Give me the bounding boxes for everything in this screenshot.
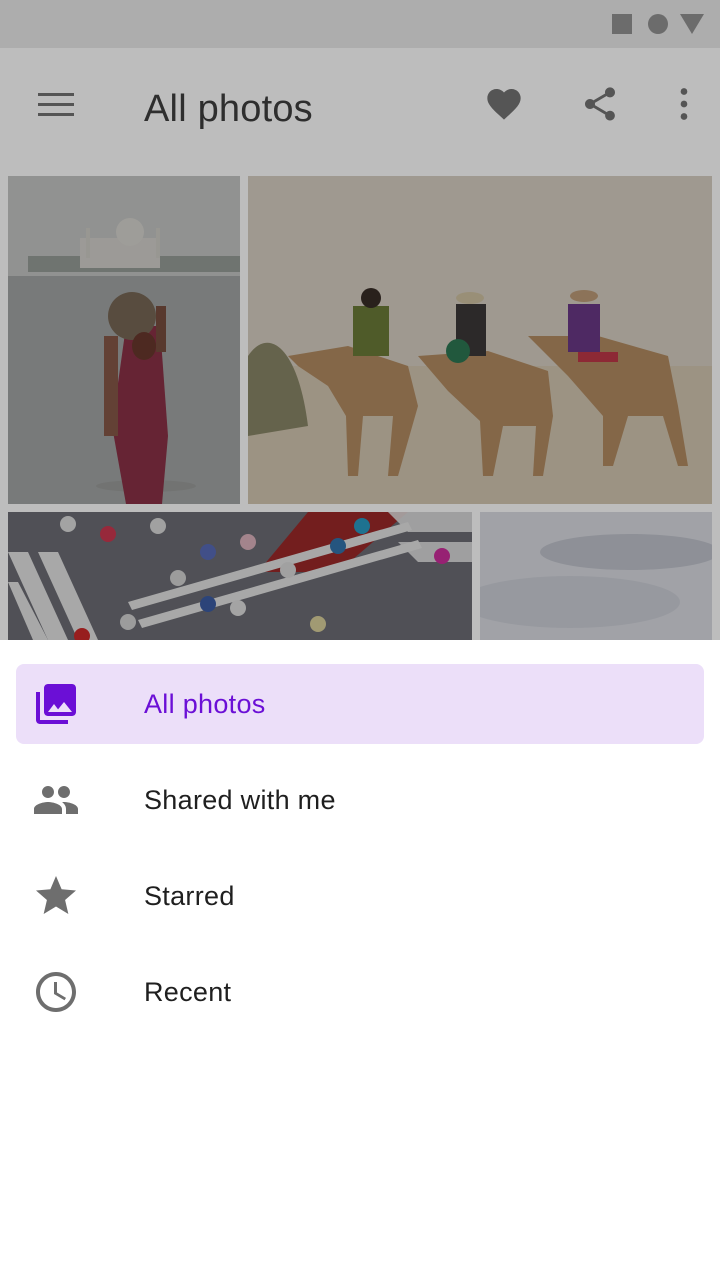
photo-grid bbox=[0, 172, 720, 640]
photo-sky[interactable] bbox=[480, 512, 712, 640]
photo-camels[interactable] bbox=[248, 176, 712, 504]
menu-icon[interactable] bbox=[36, 90, 76, 120]
app-title: All photos bbox=[144, 88, 313, 130]
photo-woman-taj[interactable] bbox=[8, 176, 240, 504]
square-icon bbox=[612, 14, 632, 34]
status-bar bbox=[0, 0, 720, 48]
photo-umbrellas[interactable] bbox=[8, 512, 472, 640]
triangle-icon bbox=[680, 14, 704, 34]
top-app-bar: All photos bbox=[0, 48, 720, 172]
nav-label: Starred bbox=[144, 881, 235, 911]
clock-icon bbox=[36, 972, 76, 1012]
nav-label: All photos bbox=[144, 689, 266, 719]
nav-item-shared-with-me[interactable]: Shared with me bbox=[16, 760, 704, 840]
nav-label: Shared with me bbox=[144, 785, 336, 815]
navigation-drawer: All photos Shared with me Starred Recent bbox=[0, 640, 720, 1280]
nav-item-recent[interactable]: Recent bbox=[16, 952, 704, 1032]
star-icon bbox=[36, 876, 76, 914]
nav-item-all-photos[interactable]: All photos bbox=[16, 664, 704, 744]
nav-item-starred[interactable]: Starred bbox=[16, 856, 704, 936]
nav-label: Recent bbox=[144, 977, 232, 1007]
photo-library-icon bbox=[36, 684, 76, 724]
circle-icon bbox=[648, 14, 668, 34]
people-icon bbox=[34, 786, 78, 814]
heart-icon[interactable] bbox=[484, 84, 524, 124]
more-vert-icon[interactable] bbox=[664, 84, 704, 124]
share-icon[interactable] bbox=[580, 84, 620, 124]
